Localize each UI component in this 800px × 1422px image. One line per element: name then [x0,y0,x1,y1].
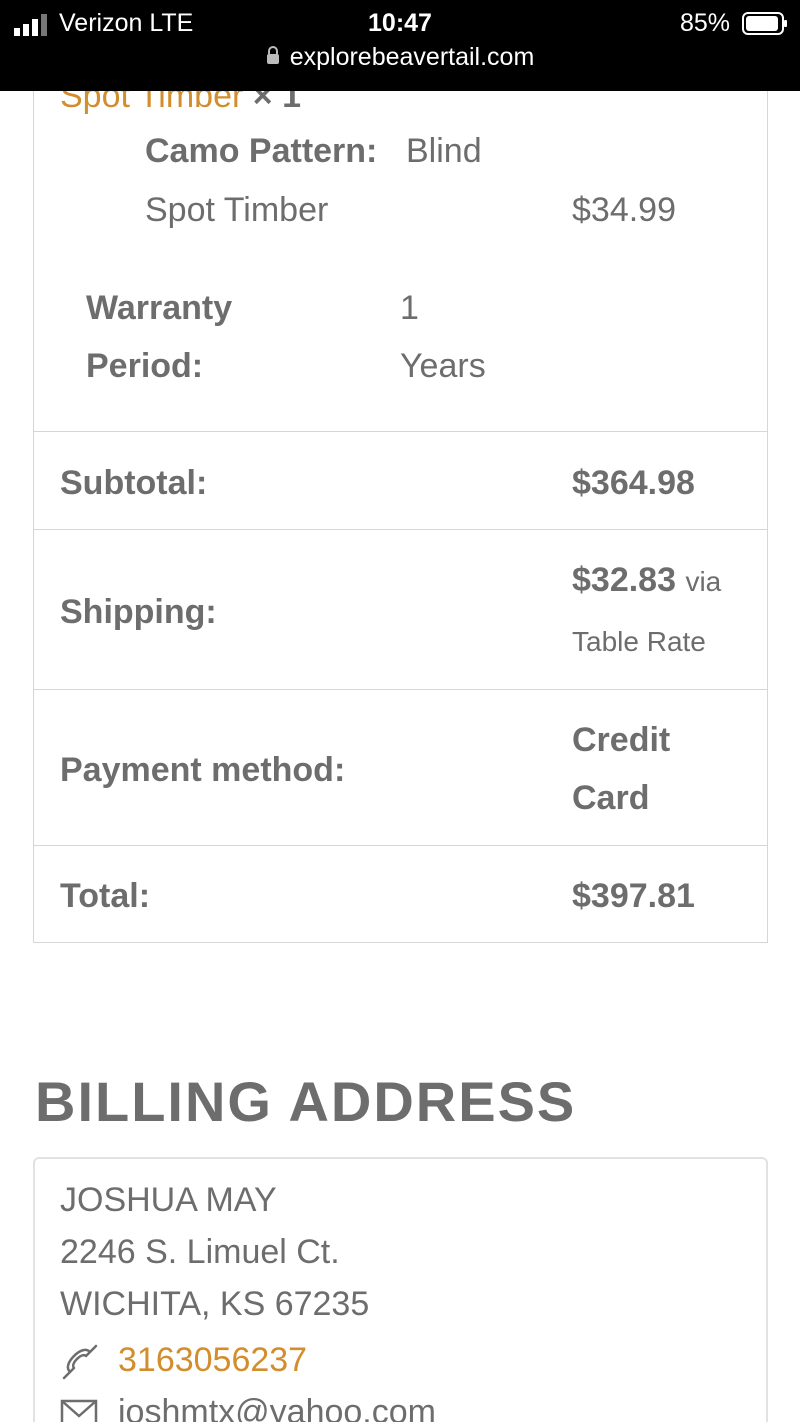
payment-method-value: Credit [572,721,671,759]
warranty-label-2: Period: [86,347,204,385]
divider [33,942,767,943]
warranty-value-2: Years [400,347,486,385]
lock-icon [266,46,279,65]
page-content: Spot Timber × 1 Camo Pattern: Blind Spot… [0,91,800,1422]
item-name-link[interactable]: Spot Timber [60,91,243,115]
shipping-label: Shipping: [60,593,217,631]
mail-icon [60,1399,98,1422]
status-bar: Verizon LTE 10:47 85% explorebeavertail.… [0,0,800,91]
url-text: explorebeavertail.com [289,43,535,71]
shipping-amount: $32.83 [572,561,676,599]
shipping-method: Table Rate [572,626,706,657]
divider [33,431,767,432]
total-value: $397.81 [572,877,695,915]
divider [33,529,767,530]
phone-icon [62,1344,98,1380]
camo-pattern-value-2: Spot Timber [145,191,329,229]
payment-method-label: Payment method: [60,751,346,789]
shipping-via: via [685,566,722,597]
item-price: $34.99 [572,191,676,229]
warranty-value: 1 [400,289,419,327]
payment-method-value-2: Card [572,779,650,817]
billing-address-heading: BILLING ADDRESS [35,1070,577,1133]
billing-name: JOSHUA MAY [60,1181,277,1219]
item-qty: × 1 [252,91,301,115]
camo-pattern-value: Blind [406,132,482,170]
total-label: Total: [60,877,151,915]
camo-pattern-label: Camo Pattern: [145,132,378,170]
divider [33,845,767,846]
subtotal-value: $364.98 [572,464,695,502]
billing-street: 2246 S. Limuel Ct. [60,1233,340,1271]
battery-percent: 85% [679,9,730,37]
subtotal-label: Subtotal: [60,464,208,502]
address-bar[interactable]: explorebeavertail.com [0,43,800,75]
warranty-label: Warranty [86,289,233,327]
billing-phone-link[interactable]: 3163056237 [118,1341,307,1380]
billing-email[interactable]: joshmtx@yahoo.com [118,1393,436,1422]
order-item-row: Spot Timber × 1 [60,91,301,116]
shipping-value: $32.83 via [572,561,721,600]
battery-icon [742,12,787,35]
billing-city: WICHITA, KS 67235 [60,1285,370,1323]
divider [33,689,767,690]
